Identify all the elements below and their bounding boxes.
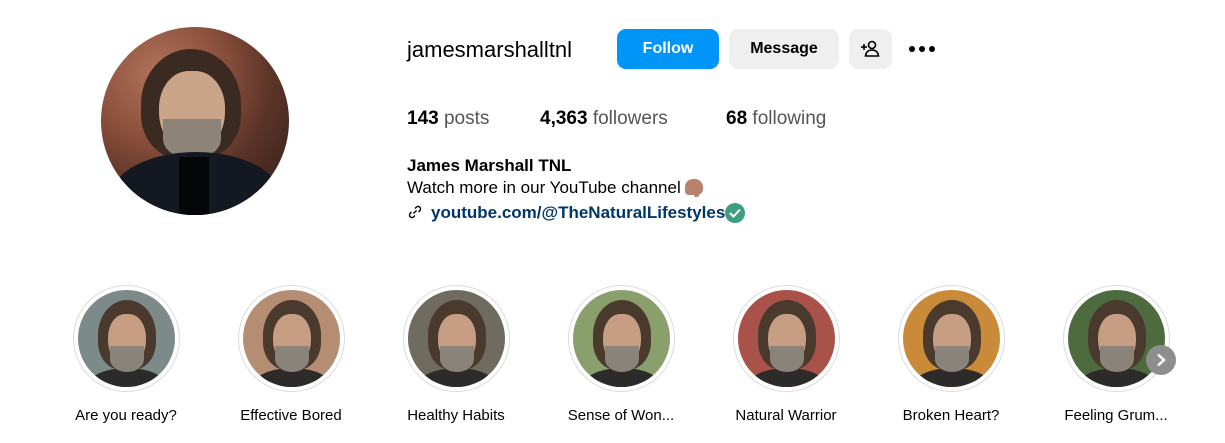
- highlight-label: Sense of Won...: [567, 407, 675, 424]
- add-user-icon: [861, 40, 880, 57]
- highlight-item[interactable]: Broken Heart?: [896, 285, 1006, 424]
- link-chain-icon: [408, 205, 422, 219]
- profile-avatar[interactable]: [101, 27, 289, 215]
- highlight-item[interactable]: Healthy Habits: [401, 285, 511, 424]
- highlight-ring: [402, 285, 510, 392]
- highlight-thumbnail: [737, 290, 835, 387]
- highlight-thumbnail: [242, 290, 340, 387]
- highlight-label: Natural Warrior: [735, 407, 837, 424]
- more-horizontal-icon: [909, 46, 915, 52]
- highlight-thumbnail: [1067, 290, 1165, 387]
- stat-followers-value: 4,363: [540, 108, 588, 129]
- highlight-item[interactable]: Natural Warrior: [731, 285, 841, 424]
- highlight-thumbnail: [572, 290, 670, 387]
- bio-text: Watch more in our YouTube channel: [407, 178, 681, 197]
- pointing-down-hand-icon: [684, 179, 703, 197]
- highlight-item[interactable]: Effective Bored: [236, 285, 346, 424]
- highlights-next-button[interactable]: [1146, 345, 1176, 375]
- highlight-label: Healthy Habits: [407, 407, 505, 424]
- add-user-button[interactable]: [849, 29, 892, 69]
- stat-followers[interactable]: 4,363 followers: [540, 108, 668, 130]
- highlight-label: Broken Heart?: [902, 407, 1000, 424]
- highlight-label: Are you ready?: [75, 407, 177, 424]
- highlight-item[interactable]: Feeling Grum...: [1061, 285, 1171, 424]
- follow-button[interactable]: Follow: [617, 29, 719, 69]
- highlight-ring: [732, 285, 840, 392]
- stat-following[interactable]: 68 following: [726, 108, 826, 130]
- stat-posts-value: 143: [407, 108, 439, 129]
- highlight-item[interactable]: Sense of Won...: [566, 285, 676, 424]
- avatar-shirt: [179, 157, 209, 215]
- highlight-ring: [1062, 285, 1170, 392]
- highlight-ring: [897, 285, 1005, 392]
- stat-following-label: following: [752, 108, 827, 129]
- highlight-thumbnail: [902, 290, 1000, 387]
- highlight-ring: [72, 285, 180, 392]
- stat-following-value: 68: [726, 108, 748, 129]
- highlight-label: Feeling Grum...: [1064, 407, 1168, 424]
- highlight-thumbnail: [407, 290, 505, 387]
- profile-bio: Watch more in our YouTube channel: [407, 178, 703, 198]
- highlight-ring: [237, 285, 345, 392]
- stat-posts-label: posts: [443, 108, 490, 129]
- bio-link[interactable]: youtube.com/@TheNaturalLifestyles: [431, 202, 725, 224]
- more-options-button[interactable]: [903, 32, 941, 66]
- profile-username: jamesmarshalltnl: [407, 37, 573, 62]
- highlight-thumbnail: [77, 290, 175, 387]
- message-button[interactable]: Message: [729, 29, 839, 69]
- highlight-label: Effective Bored: [240, 407, 342, 424]
- highlight-ring: [567, 285, 675, 392]
- profile-full-name: James Marshall TNL: [407, 156, 572, 175]
- chevron-right-icon: [1157, 353, 1166, 367]
- verified-check-icon: [725, 203, 745, 223]
- stat-posts: 143 posts: [407, 108, 489, 130]
- highlight-item[interactable]: Are you ready?: [71, 285, 181, 424]
- stat-followers-label: followers: [592, 108, 668, 129]
